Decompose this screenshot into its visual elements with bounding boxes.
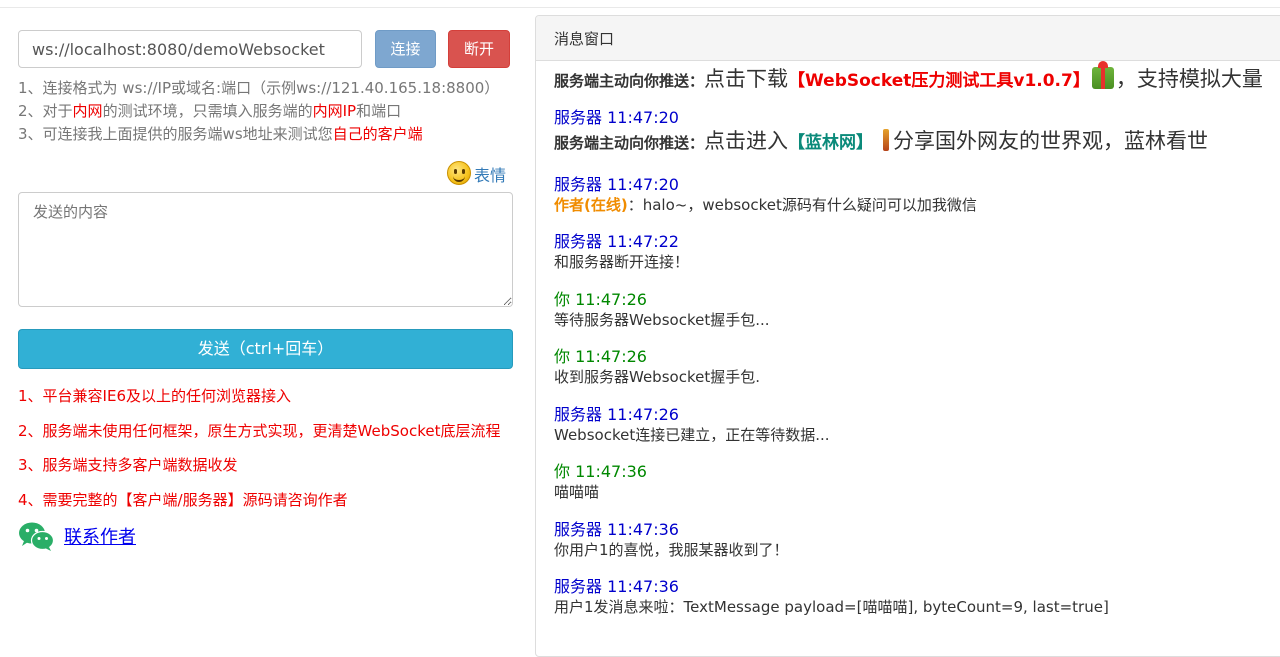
message-meta: 你 11:47:26 (554, 347, 647, 366)
message-body: 和服务器断开连接！ (554, 253, 690, 271)
author-online-label: 作者(在线) (554, 196, 628, 214)
tip-line: 3、可连接我上面提供的服务端ws地址来测试您自己的客户端 (18, 123, 499, 146)
message-body: 用户1发消息来啦：TextMessage payload=[喵喵喵], byte… (554, 598, 1109, 616)
push-link-highlight[interactable]: 【蓝林网】 (788, 133, 873, 153)
push-text: ，支持模拟大量 (1115, 67, 1263, 91)
tip-text: 2、对于 (18, 102, 73, 120)
push-prefix: 服务端主动向你推送： (554, 134, 705, 152)
push-text: 分享国外网友的世界观，蓝林看世 (893, 129, 1209, 153)
message-body: 你用户1的喜悦，我服某器收到了！ (554, 541, 789, 559)
message-window: 消息窗口 服务端主动向你推送：点击下载【WebSocket压力测试工具v1.0.… (535, 15, 1280, 657)
tip-line: 1、连接格式为 ws://IP或域名:端口（示例ws://121.40.165.… (18, 79, 500, 97)
message-meta: 服务器 11:47:26 (554, 405, 679, 424)
tip-line: 2、对于内网的测试环境，只需填入服务端的内网IP和端口 (18, 100, 499, 123)
emoji-label[interactable]: 表情 (474, 162, 506, 186)
push-message: 服务端主动向你推送：点击进入【蓝林网】 分享国外网友的世界观，蓝林看世 (554, 125, 1208, 155)
message-text: ：halo~，websocket源码有什么疑问可以加我微信 (627, 196, 977, 214)
tip-highlight: 内网IP (312, 102, 357, 120)
message-meta: 服务器 11:47:22 (554, 232, 679, 251)
message-body: 喵喵喵 (554, 483, 600, 501)
feature-item: 1、平台兼容IE6及以上的任何浏览器接入 (18, 387, 291, 405)
feature-item: 3、服务端支持多客户端数据收发 (18, 456, 238, 474)
push-text: 点击下载 (704, 67, 789, 91)
wechat-icon (19, 522, 54, 551)
tip-text: 的测试环境，只需填入服务端的 (102, 102, 313, 120)
tip-highlight: 内网 (72, 102, 103, 120)
top-divider (0, 0, 1280, 8)
message-body: 作者(在线)：halo~，websocket源码有什么疑问可以加我微信 (554, 194, 977, 215)
push-link-highlight[interactable]: 【WebSocket压力测试工具v1.0.7】 (788, 71, 1090, 91)
message-meta: 你 11:47:26 (554, 290, 647, 309)
panel-title: 消息窗口 (536, 16, 1280, 61)
push-message: 服务端主动向你推送：点击下载【WebSocket压力测试工具v1.0.7】 ，支持… (554, 61, 1263, 93)
message-meta: 服务器 11:47:36 (554, 577, 679, 596)
tip-highlight: 自己的客户端 (332, 125, 423, 143)
connect-button[interactable]: 连接 (375, 30, 436, 68)
send-button[interactable]: 发送（ctrl+回车） (18, 329, 513, 369)
message-body: 等待服务器Websocket握手包... (554, 311, 770, 329)
connection-tips: 1、连接格式为 ws://IP或域名:端口（示例ws://121.40.165.… (18, 77, 499, 146)
message-meta: 服务器 11:47:20 (554, 175, 679, 194)
message-body: 收到服务器Websocket握手包. (554, 368, 760, 386)
websocket-url-input[interactable] (18, 30, 362, 68)
feature-list: 1、平台兼容IE6及以上的任何浏览器接入 2、服务端未使用任何框架，原生方式实现… (18, 385, 500, 523)
message-textarea[interactable] (18, 192, 513, 307)
message-meta: 服务器 11:47:36 (554, 520, 679, 539)
contact-author-link[interactable]: 联系作者 (64, 523, 136, 549)
tip-text: 和端口 (356, 102, 402, 120)
message-meta: 你 11:47:36 (554, 462, 647, 481)
message-body: Websocket连接已建立，正在等待数据... (554, 426, 830, 444)
feature-item: 2、服务端未使用任何框架，原生方式实现，更清楚WebSocket底层流程 (18, 421, 501, 440)
feature-item: 4、需要完整的【客户端/服务器】源码请咨询作者 (18, 490, 348, 509)
flag-icon (883, 129, 890, 151)
disconnect-button[interactable]: 断开 (448, 30, 510, 68)
gift-icon (1091, 61, 1114, 89)
smiley-icon (447, 161, 471, 185)
push-text: 点击进入 (704, 129, 789, 153)
tip-text: 3、可连接我上面提供的服务端ws地址来测试您 (18, 125, 333, 143)
push-prefix: 服务端主动向你推送： (554, 72, 705, 90)
